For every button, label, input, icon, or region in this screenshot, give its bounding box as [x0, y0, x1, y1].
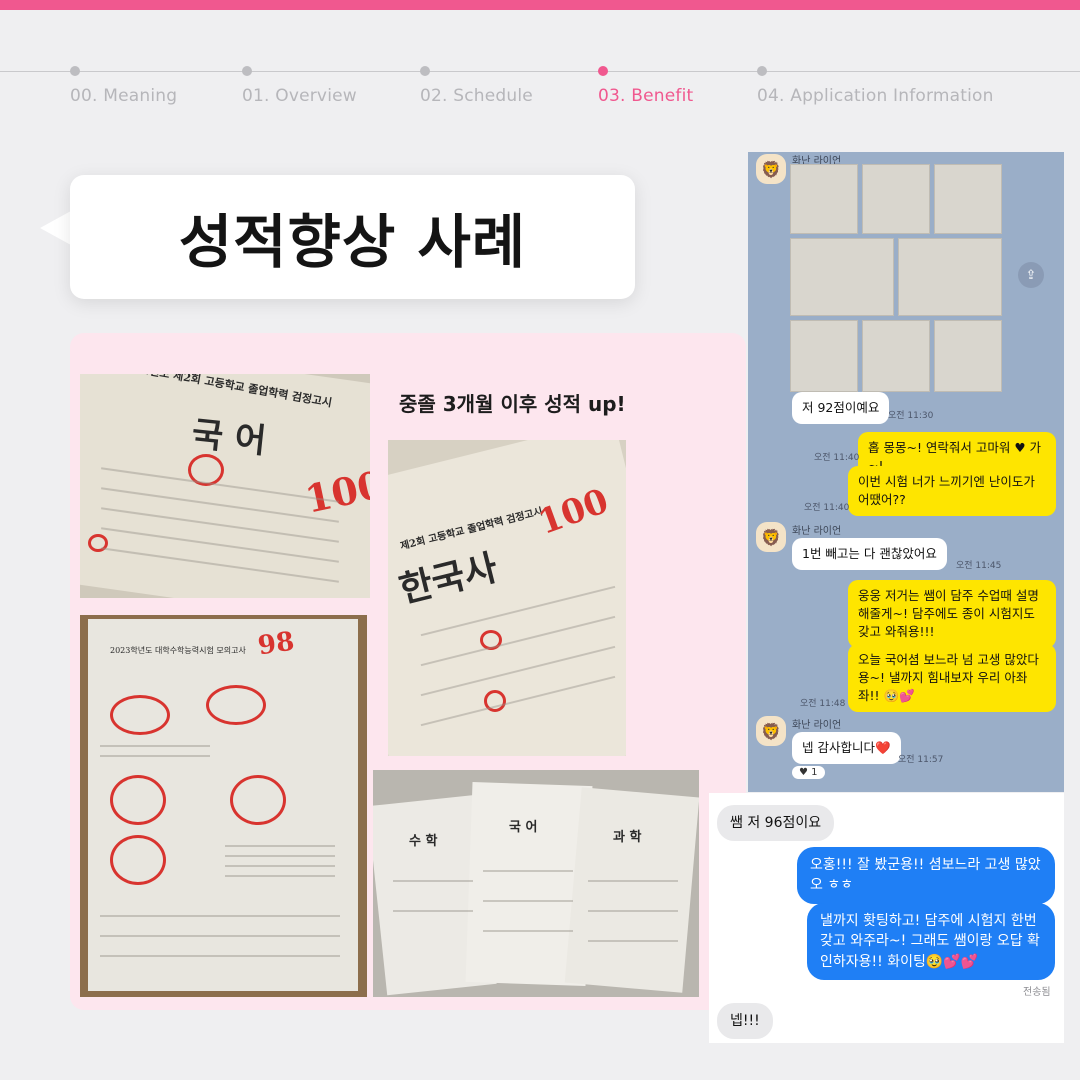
history-exam-photo: 한국사 제2회 고등학교 졸업학력 검정고시 100	[388, 440, 626, 756]
kakaotalk-chat: 🦁 화난 라이언 ⇪ 저 92점이예요 오전 11:30 홉 몽몽~! 연락줘서…	[748, 152, 1064, 792]
message-time: 오전 11:40	[814, 453, 860, 463]
message-time: 오전 11:48	[800, 699, 846, 709]
english-exam-photo: 2023학년도 대학수학능력시험 모의고사 98	[80, 615, 367, 997]
step-dot	[242, 66, 252, 76]
kakao-message: 저 92점이예요	[792, 392, 890, 425]
message-time: 오전 11:57	[898, 755, 944, 765]
step-label: 00. Meaning	[70, 86, 178, 106]
imessage-message: 오홍!!! 잘 봤군용!! 셤보느라 고생 많았오 ㅎㅎ	[797, 847, 1055, 904]
kakao-message: 웅웅 저거는 쌤이 담주 수업때 설명해줄게~! 담주에도 종이 시험지도 갖고…	[848, 580, 1056, 649]
imessage-message: 낼까지 홧팅하고! 담주에 시험지 한번 갖고 와주라~! 그래도 쌤이랑 오답…	[807, 903, 1055, 980]
papers-title-2: 국 어	[509, 820, 538, 835]
ryan-avatar: 🦁	[756, 716, 786, 746]
english-exam-score: 98	[256, 626, 297, 662]
english-exam-header: 2023학년도 대학수학능력시험 모의고사	[110, 646, 246, 655]
papers-title-1: 수 학	[409, 834, 438, 849]
step-dot	[420, 66, 430, 76]
imessage-message: 넵!!!	[717, 1003, 773, 1040]
top-accent-bar	[0, 0, 1080, 10]
share-icon[interactable]: ⇪	[1018, 262, 1044, 288]
korean-exam-photo: 국 어 2021년도 제2회 고등학교 졸업학력 검정고시 100	[80, 374, 370, 598]
step-dot	[70, 66, 80, 76]
kakao-message: 오늘 국어셤 보느라 넘 고생 많았다용~! 낼까지 힘내보자 우리 아좌좌!!…	[848, 644, 1056, 713]
step-label: 04. Application Information	[757, 86, 994, 106]
step-label: 02. Schedule	[420, 86, 533, 106]
step-label: 01. Overview	[242, 86, 357, 106]
headline-title: 성적향상 사례	[178, 208, 527, 276]
message-time: 오전 11:45	[956, 561, 1002, 571]
sender-name: 화난 라이언	[792, 720, 842, 731]
step-label: 03. Benefit	[598, 86, 694, 106]
message-time: 오전 11:30	[888, 411, 934, 421]
score-improvement-caption: 중졸 3개월 이후 성적 up!	[399, 392, 626, 416]
heart-reaction-badge[interactable]: ♥ 1	[792, 766, 825, 779]
message-time: 오전 11:40	[804, 503, 850, 513]
sent-status: 전송됨	[1023, 987, 1051, 998]
steps-progress-line	[0, 71, 1080, 72]
exam-papers-spread-photo: 수 학 국 어 과 학	[373, 770, 699, 997]
kakao-message: 넵 감사합니다❤️	[792, 732, 901, 765]
ryan-avatar: 🦁	[756, 154, 786, 184]
imessage-message: 쌤 저 96점이요	[717, 805, 835, 842]
headline-bubble: 성적향상 사례	[70, 175, 635, 299]
papers-title-3: 과 학	[613, 830, 642, 845]
step-dot-active	[598, 66, 608, 76]
kakao-message: 이번 시험 너가 느끼기엔 난이도가 어땠어??	[848, 466, 1056, 517]
step-dot	[757, 66, 767, 76]
imessage-chat: 쌤 저 96점이요 오홍!!! 잘 봤군용!! 셤보느라 고생 많았오 ㅎㅎ 낼…	[709, 793, 1064, 1043]
sender-name: 화난 라이언	[792, 526, 842, 537]
kakao-message: 1번 빼고는 다 괜찮았어요	[792, 538, 947, 571]
ryan-avatar: 🦁	[756, 522, 786, 552]
shared-photos-grid[interactable]	[790, 164, 1002, 394]
